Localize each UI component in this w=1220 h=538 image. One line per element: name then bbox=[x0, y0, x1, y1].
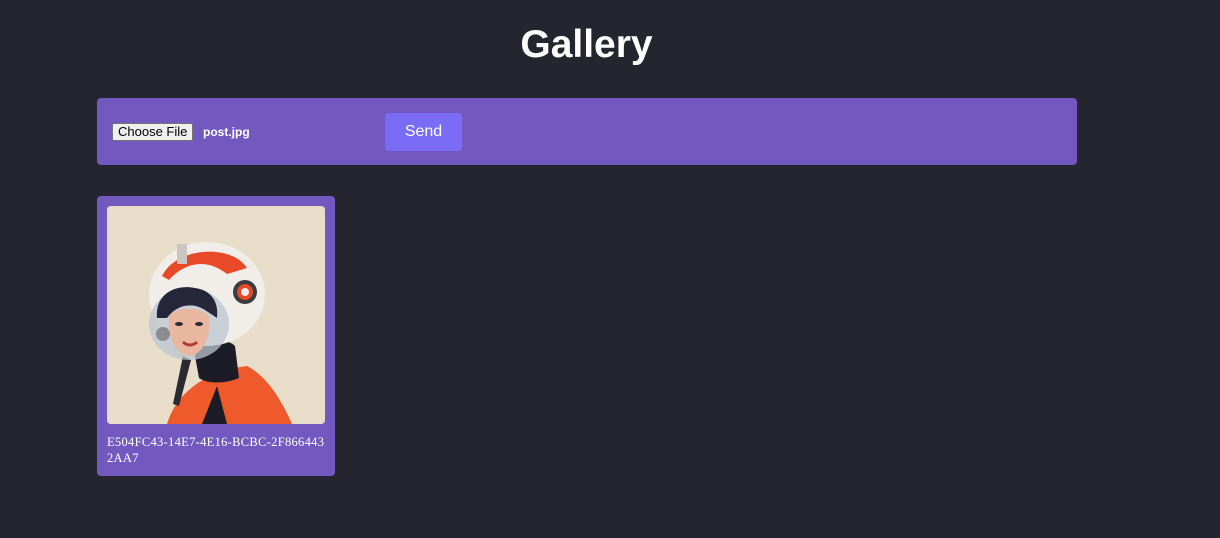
image-caption: E504FC43-14E7-4E16-BCBC-2F8664432AA7 bbox=[107, 435, 325, 465]
page-title: Gallery bbox=[520, 23, 653, 66]
send-button[interactable]: Send bbox=[385, 113, 462, 151]
selected-file-name: post.jpg bbox=[203, 125, 250, 139]
gallery-image[interactable] bbox=[107, 206, 325, 424]
upload-form: Choose File post.jpg Send bbox=[97, 98, 1077, 165]
astronaut-girl-illustration bbox=[107, 206, 325, 424]
choose-file-button[interactable]: Choose File bbox=[112, 123, 194, 141]
gallery-card[interactable]: E504FC43-14E7-4E16-BCBC-2F8664432AA7 bbox=[97, 196, 335, 476]
